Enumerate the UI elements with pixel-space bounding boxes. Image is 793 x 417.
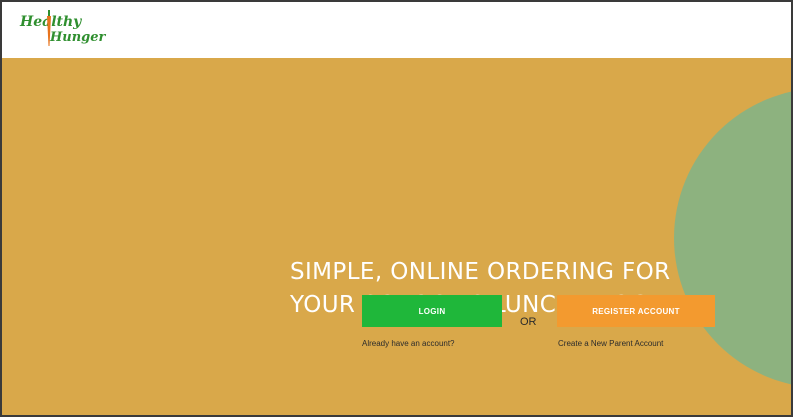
register-account-button[interactable]: REGISTER ACCOUNT (557, 295, 715, 327)
login-caption: Already have an account? (362, 339, 455, 348)
browser-frame: Healthy Hunger SIMPLE, ONLINE ORDERING F… (0, 0, 793, 417)
register-caption: Create a New Parent Account (558, 339, 664, 348)
logo-text-line2: Hunger (50, 30, 106, 45)
carrot-icon (47, 10, 51, 46)
site-header: Healthy Hunger (2, 2, 791, 58)
headline-line-1: SIMPLE, ONLINE ORDERING FOR (290, 259, 671, 285)
login-button[interactable]: LOGIN (362, 295, 502, 327)
or-separator: OR (520, 316, 537, 328)
hero-banner: SIMPLE, ONLINE ORDERING FOR YOUR SCHOOL’… (2, 58, 791, 415)
site-logo[interactable]: Healthy Hunger (16, 6, 126, 54)
decorative-circle (674, 88, 791, 388)
